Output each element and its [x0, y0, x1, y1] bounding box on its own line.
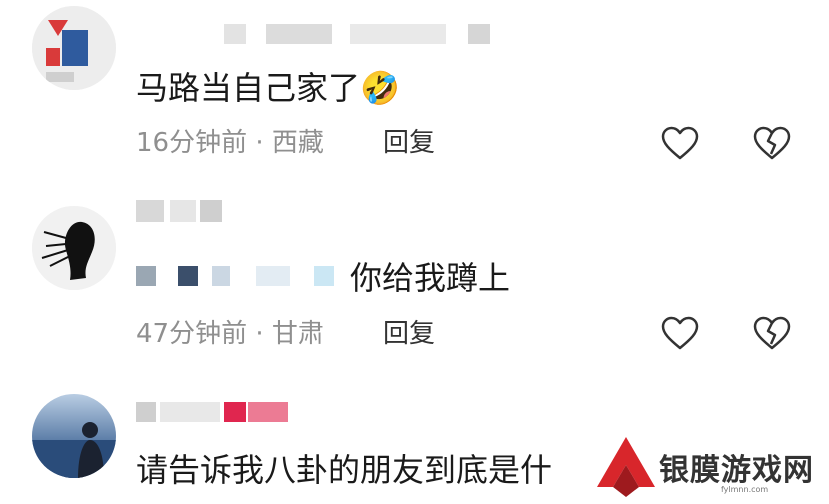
avatar[interactable]	[32, 394, 116, 478]
meta-separator: ·	[247, 128, 272, 158]
comment-text: 请告诉我八卦的朋友到底是什	[136, 451, 553, 489]
meta-separator: ·	[247, 319, 272, 349]
watermark: 银膜游戏网 fylmnn.com	[593, 433, 829, 500]
watermark-text: 银膜游戏网	[659, 453, 814, 488]
comment-2: 你给我蹲上 47分钟前 · 甘肃 回复	[0, 180, 829, 380]
comment-time: 47分钟前	[136, 319, 248, 349]
like-heart-icon[interactable]	[660, 124, 700, 164]
comment-location: 西藏	[271, 128, 324, 158]
comment-text: 马路当自己家了🤣	[136, 68, 400, 108]
comment-location: 甘肃	[271, 319, 324, 349]
comment-prefix-blurred	[136, 266, 346, 290]
watermark-url: fylmnn.com	[721, 485, 769, 494]
like-heart-icon[interactable]	[660, 314, 700, 354]
dislike-broken-heart-icon[interactable]	[752, 124, 792, 164]
comment-time: 16分钟前	[136, 128, 248, 158]
comment-text: 你给我蹲上	[350, 259, 511, 297]
avatar-image-icon	[32, 6, 116, 90]
avatar-image-icon	[32, 394, 116, 478]
dislike-broken-heart-icon[interactable]	[752, 314, 792, 354]
watermark-logo-icon	[597, 437, 655, 497]
avatar[interactable]	[32, 206, 116, 290]
rolling-laughing-emoji-icon: 🤣	[360, 69, 400, 107]
username-blurred[interactable]	[136, 200, 256, 224]
comment-1: 马路当自己家了🤣 16分钟前 · 西藏 回复	[0, 0, 829, 180]
username-blurred[interactable]	[136, 402, 306, 426]
reply-button[interactable]: 回复	[383, 318, 435, 350]
username-blurred[interactable]	[136, 24, 516, 48]
comment-meta: 16分钟前 · 西藏	[136, 127, 324, 159]
avatar-image-icon	[32, 206, 116, 290]
comment-meta: 47分钟前 · 甘肃	[136, 318, 324, 350]
avatar[interactable]	[32, 6, 116, 90]
reply-button[interactable]: 回复	[383, 127, 435, 159]
comment-text-content: 马路当自己家了	[136, 69, 361, 107]
